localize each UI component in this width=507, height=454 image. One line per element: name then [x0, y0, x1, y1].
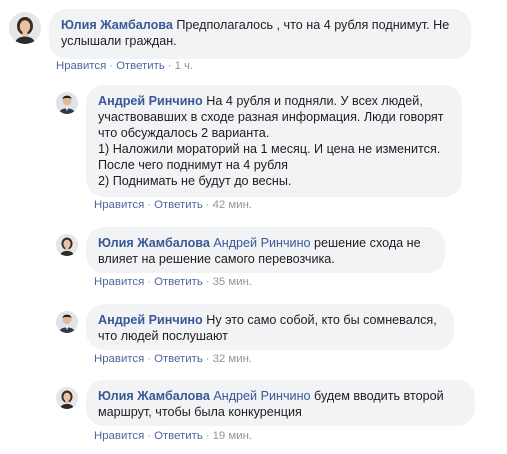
timestamp[interactable]: 32 мин. [213, 353, 252, 365]
separator: · [205, 430, 210, 442]
reply-button[interactable]: Ответить [154, 199, 203, 211]
timestamp[interactable]: 19 мин. [213, 430, 252, 442]
reply-button[interactable]: Ответить [116, 60, 165, 72]
avatar[interactable] [56, 387, 78, 409]
comment-author[interactable]: Андрей Ринчино [98, 313, 203, 327]
like-button[interactable]: Нравится [94, 199, 144, 211]
separator: · [109, 60, 114, 72]
like-button[interactable]: Нравится [94, 276, 144, 288]
timestamp[interactable]: 42 мин. [213, 199, 252, 211]
like-button[interactable]: Нравится [94, 430, 144, 442]
comment-author[interactable]: Юлия Жамбалова [98, 389, 210, 403]
comment-bubble: Юлия Жамбалова Предполагалось , что на 4… [49, 9, 471, 59]
comment-mention[interactable]: Андрей Ринчино [210, 389, 310, 403]
comment-author[interactable]: Юлия Жамбалова [61, 18, 173, 32]
comment-bubble: Юлия Жамбалова Андрей Ринчино решение сх… [86, 227, 445, 273]
separator: · [147, 430, 152, 442]
separator: · [147, 353, 152, 365]
timestamp[interactable]: 1 ч. [175, 60, 194, 72]
man-avatar-icon [56, 311, 78, 333]
comment-actions: Нравится · Ответить · 32 мин. [94, 353, 252, 365]
avatar[interactable] [56, 234, 78, 256]
comment-actions: Нравится · Ответить · 35 мин. [94, 276, 252, 288]
comment-bubble: Андрей Ринчино На 4 рубля и подняли. У в… [86, 85, 462, 197]
comment-actions: Нравится · Ответить · 19 мин. [94, 430, 252, 442]
woman-avatar-icon [56, 387, 78, 409]
separator: · [205, 276, 210, 288]
separator: · [205, 353, 210, 365]
separator: · [147, 199, 152, 211]
reply-button[interactable]: Ответить [154, 276, 203, 288]
avatar[interactable] [9, 12, 41, 44]
avatar[interactable] [56, 92, 78, 114]
comment-actions: Нравится · Ответить · 42 мин. [94, 199, 252, 211]
timestamp[interactable]: 35 мин. [213, 276, 252, 288]
comment-mention[interactable]: Андрей Ринчино [210, 236, 310, 250]
man-avatar-icon [56, 92, 78, 114]
comment-bubble: Андрей Ринчино Ну это само собой, кто бы… [86, 304, 454, 350]
like-button[interactable]: Нравится [56, 60, 106, 72]
comment-text: На 4 рубля и подняли. У всех людей, учас… [98, 94, 444, 188]
reply-button[interactable]: Ответить [154, 353, 203, 365]
like-button[interactable]: Нравится [94, 353, 144, 365]
woman-avatar-icon [9, 12, 41, 44]
reply-button[interactable]: Ответить [154, 430, 203, 442]
avatar[interactable] [56, 311, 78, 333]
separator: · [205, 199, 210, 211]
comment-actions: Нравится · Ответить · 1 ч. [56, 60, 193, 72]
comment-bubble: Юлия Жамбалова Андрей Ринчино будем ввод… [86, 380, 475, 426]
separator: · [167, 60, 172, 72]
woman-avatar-icon [56, 234, 78, 256]
comment-author[interactable]: Юлия Жамбалова [98, 236, 210, 250]
comment-author[interactable]: Андрей Ринчино [98, 94, 203, 108]
separator: · [147, 276, 152, 288]
